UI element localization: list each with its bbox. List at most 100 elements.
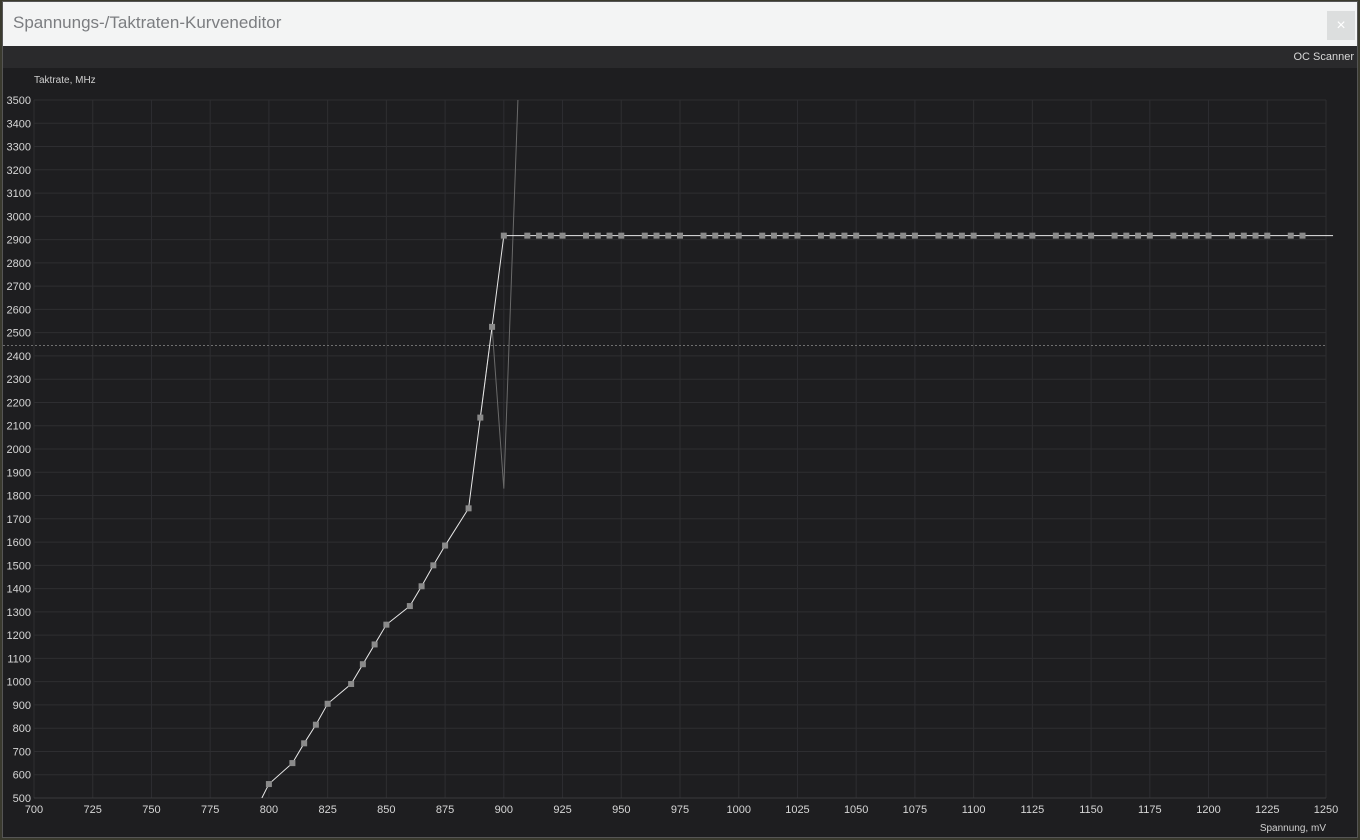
curve-point[interactable]: [359, 661, 366, 668]
curve-point[interactable]: [970, 232, 977, 239]
curve-point[interactable]: [594, 232, 601, 239]
y-tick-label: 3500: [7, 95, 31, 107]
curve-point[interactable]: [994, 232, 1001, 239]
oc-scanner-button[interactable]: OC Scanner: [1293, 51, 1354, 63]
curve-point[interactable]: [1111, 232, 1118, 239]
curve-point[interactable]: [712, 232, 719, 239]
curve-point[interactable]: [289, 760, 296, 767]
curve-point[interactable]: [653, 232, 660, 239]
curve-point[interactable]: [547, 232, 554, 239]
curve-point[interactable]: [1299, 232, 1306, 239]
curve-point[interactable]: [524, 232, 531, 239]
y-tick-label: 1100: [7, 653, 31, 665]
curve-point[interactable]: [723, 232, 730, 239]
vf-curve-chart[interactable]: 5006007008009001000110012001300140015001…: [3, 68, 1357, 837]
title-bar[interactable]: Spannungs-/Taktraten-Kurveneditor ×: [3, 2, 1357, 47]
y-tick-label: 2300: [7, 374, 31, 386]
x-tick-label: 1125: [1021, 804, 1045, 816]
chart-area[interactable]: 500 600 700 800 900 1000 1100 1200 1300 1400 1500 1…: [3, 68, 1357, 837]
curve-point[interactable]: [1029, 232, 1036, 239]
curve-point[interactable]: [770, 232, 777, 239]
curve-point[interactable]: [500, 232, 507, 239]
y-tick-label: 2800: [7, 258, 31, 270]
y-tick-label: 2000: [7, 444, 31, 456]
curve-point[interactable]: [465, 505, 472, 512]
curve-point[interactable]: [1135, 232, 1142, 239]
curve-point[interactable]: [301, 740, 308, 747]
x-tick-label: 1150: [1079, 804, 1103, 816]
window-title: Spannungs-/Taktraten-Kurveneditor: [13, 13, 282, 32]
x-tick-label: 825: [318, 804, 336, 816]
curve-point[interactable]: [348, 680, 355, 687]
curve-point[interactable]: [958, 232, 965, 239]
curve-point[interactable]: [1170, 232, 1177, 239]
curve-point[interactable]: [489, 323, 496, 330]
curve-point[interactable]: [947, 232, 954, 239]
curve-point[interactable]: [312, 721, 319, 728]
y-tick-label: 3300: [7, 142, 31, 154]
y-tick-label: 1700: [7, 514, 31, 526]
curve-point[interactable]: [900, 232, 907, 239]
curve-point[interactable]: [618, 232, 625, 239]
curve-point[interactable]: [1064, 232, 1071, 239]
curve-point[interactable]: [665, 232, 672, 239]
curve-point[interactable]: [430, 562, 437, 569]
x-tick-label: 1050: [844, 804, 868, 816]
curve-point[interactable]: [735, 232, 742, 239]
curve-point[interactable]: [1017, 232, 1024, 239]
curve-point[interactable]: [477, 414, 484, 421]
curve-point[interactable]: [1005, 232, 1012, 239]
x-tick-label: 950: [612, 804, 630, 816]
curve-point[interactable]: [442, 542, 449, 549]
curve-point[interactable]: [935, 232, 942, 239]
curve-point[interactable]: [1193, 232, 1200, 239]
curve-point[interactable]: [265, 781, 272, 788]
curve-point[interactable]: [841, 232, 848, 239]
curve-point[interactable]: [641, 232, 648, 239]
y-tick-label: 1800: [7, 491, 31, 503]
curve-point[interactable]: [559, 232, 566, 239]
curve-point[interactable]: [383, 621, 390, 628]
curve-point[interactable]: [876, 232, 883, 239]
curve-point[interactable]: [1229, 232, 1236, 239]
x-tick-label: 850: [377, 804, 395, 816]
curve-point[interactable]: [1205, 232, 1212, 239]
curve-point[interactable]: [759, 232, 766, 239]
curve-point[interactable]: [418, 583, 425, 590]
curve-point[interactable]: [1146, 232, 1153, 239]
curve-point[interactable]: [406, 603, 413, 610]
y-tick-label: 2200: [7, 397, 31, 409]
y-tick-label: 3400: [7, 118, 31, 130]
curve-point[interactable]: [606, 232, 613, 239]
y-tick-label: 3200: [7, 165, 31, 177]
curve-point[interactable]: [794, 232, 801, 239]
x-tick-label: 750: [142, 804, 160, 816]
curve-point[interactable]: [829, 232, 836, 239]
x-tick-label: 875: [436, 804, 454, 816]
curve-point[interactable]: [782, 232, 789, 239]
curve-point[interactable]: [817, 232, 824, 239]
curve-point[interactable]: [371, 641, 378, 648]
curve-point[interactable]: [1287, 232, 1294, 239]
curve-point[interactable]: [1240, 232, 1247, 239]
curve-point[interactable]: [1252, 232, 1259, 239]
curve-point[interactable]: [324, 700, 331, 707]
curve-point[interactable]: [853, 232, 860, 239]
curve-point[interactable]: [888, 232, 895, 239]
y-tick-label: 3000: [7, 211, 31, 223]
curve-point[interactable]: [583, 232, 590, 239]
curve-point[interactable]: [1052, 232, 1059, 239]
close-button[interactable]: ×: [1327, 11, 1355, 40]
curve-point[interactable]: [911, 232, 918, 239]
x-tick-label: 1100: [962, 804, 986, 816]
curve-point[interactable]: [700, 232, 707, 239]
curve-point[interactable]: [536, 232, 543, 239]
curve-point[interactable]: [1182, 232, 1189, 239]
curve-point[interactable]: [677, 232, 683, 239]
curve-point[interactable]: [1264, 232, 1271, 239]
x-tick-label: 1225: [1255, 804, 1279, 816]
curve-point[interactable]: [1123, 232, 1130, 239]
x-tick-label: 775: [201, 804, 219, 816]
curve-point[interactable]: [1088, 232, 1095, 239]
curve-point[interactable]: [1076, 232, 1083, 239]
